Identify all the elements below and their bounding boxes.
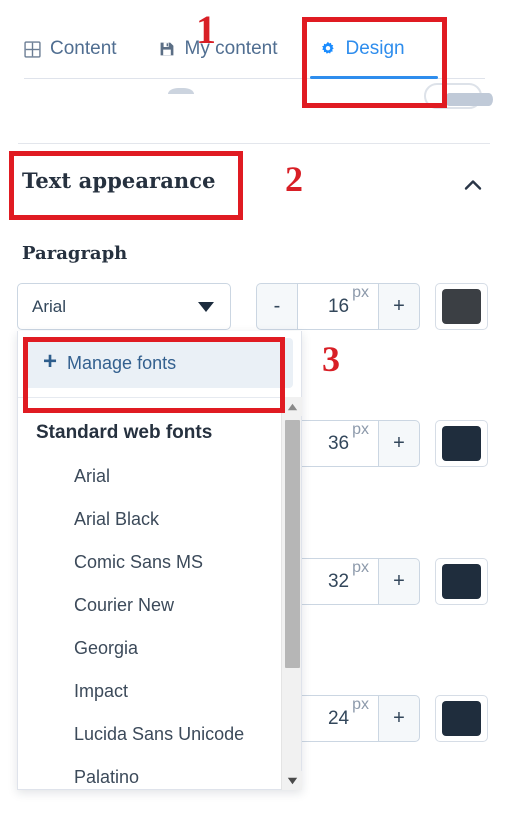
chevron-down-icon — [198, 301, 214, 312]
font-size-increase-button-4[interactable]: + — [379, 695, 420, 742]
text-color-swatch-4[interactable] — [435, 695, 488, 742]
tab-my-content-label: My content — [184, 38, 278, 59]
font-size-field-1[interactable]: 16 px — [297, 283, 379, 330]
text-color-swatch-3[interactable] — [435, 558, 488, 605]
manage-fonts-label: Manage fonts — [67, 352, 177, 373]
annotation-number-2: 2 — [285, 159, 303, 199]
chevron-up-icon[interactable] — [462, 176, 484, 194]
font-size-value-1: 16 — [327, 295, 350, 317]
plus-icon: + — [43, 348, 58, 375]
font-size-unit-1: px — [352, 284, 369, 301]
top-tab-bar: Content My content Design — [0, 0, 509, 82]
font-size-field-2[interactable]: 36 px — [297, 420, 379, 467]
gear-icon — [319, 41, 336, 58]
font-size-value-2: 36 — [327, 432, 350, 454]
grid-icon — [24, 40, 41, 58]
color-chip-3 — [442, 564, 481, 599]
section-divider — [18, 143, 490, 144]
font-option[interactable]: Georgia — [18, 627, 301, 670]
color-chip-1 — [442, 289, 481, 324]
cutoff-toggle-fill — [445, 93, 493, 106]
page-title: Text appearance — [22, 168, 216, 193]
font-size-unit-4: px — [352, 696, 369, 713]
save-icon — [159, 41, 176, 58]
tab-content-label: Content — [50, 38, 117, 59]
font-size-decrease-button-1[interactable]: - — [256, 283, 297, 330]
scroll-down-arrow-icon[interactable] — [282, 771, 302, 790]
font-option[interactable]: Arial — [18, 455, 301, 498]
font-size-unit-2: px — [352, 421, 369, 438]
font-size-increase-button-3[interactable]: + — [379, 558, 420, 605]
font-size-value-3: 32 — [327, 570, 350, 592]
font-size-unit-3: px — [352, 559, 369, 576]
font-size-field-3[interactable]: 32 px — [297, 558, 379, 605]
color-chip-2 — [442, 426, 481, 461]
font-option[interactable]: Lucida Sans Unicode — [18, 713, 301, 756]
tab-active-underline — [310, 76, 438, 79]
tab-design-label: Design — [345, 38, 405, 59]
annotation-number-3: 3 — [322, 339, 340, 379]
text-color-swatch-2[interactable] — [435, 420, 488, 467]
font-option[interactable]: Impact — [18, 670, 301, 713]
font-size-value-4: 24 — [327, 707, 350, 729]
font-size-field-4[interactable]: 24 px — [297, 695, 379, 742]
dropdown-divider — [18, 397, 301, 398]
font-family-value: Arial — [32, 296, 67, 316]
tab-content[interactable]: Content — [24, 26, 131, 72]
dropdown-scrollbar[interactable] — [281, 397, 302, 790]
text-color-swatch-1[interactable] — [435, 283, 488, 330]
paragraph-label: Paragraph — [22, 243, 128, 264]
tab-my-content[interactable]: My content — [159, 26, 292, 72]
dropdown-group-header: Standard web fonts — [36, 422, 213, 443]
font-option-list: Arial Arial Black Comic Sans MS Courier … — [18, 455, 301, 789]
font-size-stepper-1: - 16 px + — [256, 283, 420, 330]
font-option[interactable]: Courier New — [18, 584, 301, 627]
manage-fonts-button[interactable]: + Manage fonts — [25, 338, 293, 388]
color-chip-4 — [442, 701, 481, 736]
font-option[interactable]: Comic Sans MS — [18, 541, 301, 584]
cutoff-widget-left — [168, 88, 194, 94]
font-family-select[interactable]: Arial — [17, 283, 231, 330]
font-family-dropdown: + Manage fonts Standard web fonts Arial … — [17, 331, 302, 790]
scroll-up-arrow-icon[interactable] — [282, 397, 302, 416]
font-option[interactable]: Arial Black — [18, 498, 301, 541]
font-size-increase-button-1[interactable]: + — [379, 283, 420, 330]
font-option[interactable]: Palatino — [18, 756, 301, 789]
tab-design[interactable]: Design — [319, 26, 418, 72]
font-size-increase-button-2[interactable]: + — [379, 420, 420, 467]
dropdown-scrollbar-thumb[interactable] — [285, 420, 300, 668]
